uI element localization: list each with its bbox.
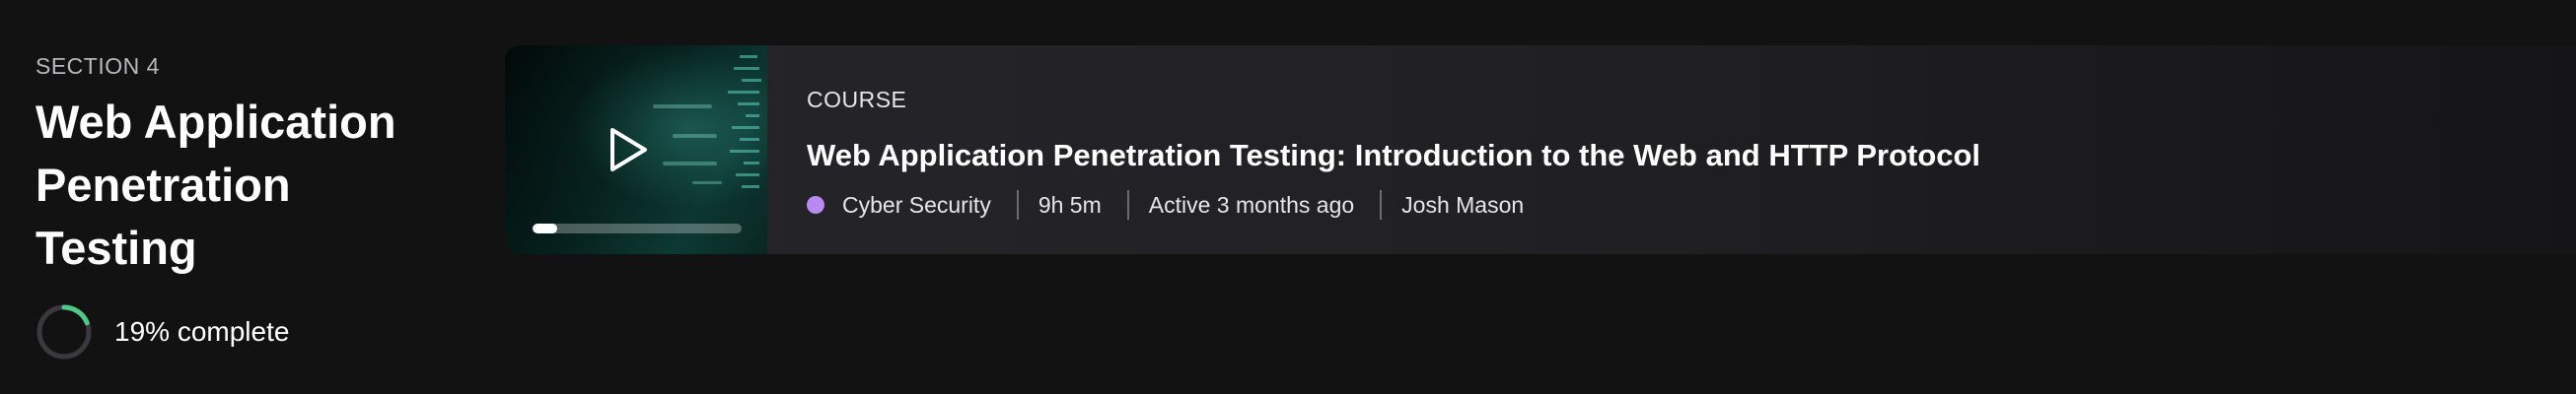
- section-title-line: Web Application: [36, 96, 396, 148]
- course-title[interactable]: Web Application Penetration Testing: Int…: [807, 136, 1980, 175]
- category-dot-icon: [807, 196, 824, 214]
- video-progress-bar: [533, 224, 742, 233]
- section-header: SECTION 4 Web Application Penetration Te…: [36, 51, 450, 361]
- page: SECTION 4 Web Application Penetration Te…: [0, 0, 2576, 394]
- course-thumbnail[interactable]: [505, 45, 767, 254]
- progress-text: 19% complete: [114, 316, 290, 347]
- section-title-line: Testing: [36, 222, 197, 274]
- course-type-label: COURSE: [807, 87, 907, 112]
- course-card[interactable]: COURSE Web Application Penetration Testi…: [505, 45, 2576, 254]
- meta-divider: [1016, 190, 1019, 220]
- course-author: Josh Mason: [1401, 191, 1525, 218]
- section-label: SECTION 4: [36, 53, 160, 79]
- section-title: Web Application Penetration Testing: [36, 91, 450, 280]
- meta-divider: [1126, 190, 1129, 220]
- course-category: Cyber Security: [842, 191, 991, 218]
- course-duration: 9h 5m: [1038, 191, 1102, 218]
- video-progress-fill: [533, 224, 558, 233]
- section-progress: 19% complete: [36, 303, 450, 361]
- section-title-line: Penetration: [36, 159, 291, 211]
- course-info: COURSE Web Application Penetration Testi…: [767, 45, 1980, 254]
- meta-divider: [1380, 190, 1383, 220]
- play-icon[interactable]: [604, 124, 653, 175]
- course-activity: Active 3 months ago: [1148, 191, 1355, 218]
- course-meta: Cyber Security 9h 5m Active 3 months ago…: [807, 189, 1980, 221]
- progress-ring-icon: [36, 304, 92, 360]
